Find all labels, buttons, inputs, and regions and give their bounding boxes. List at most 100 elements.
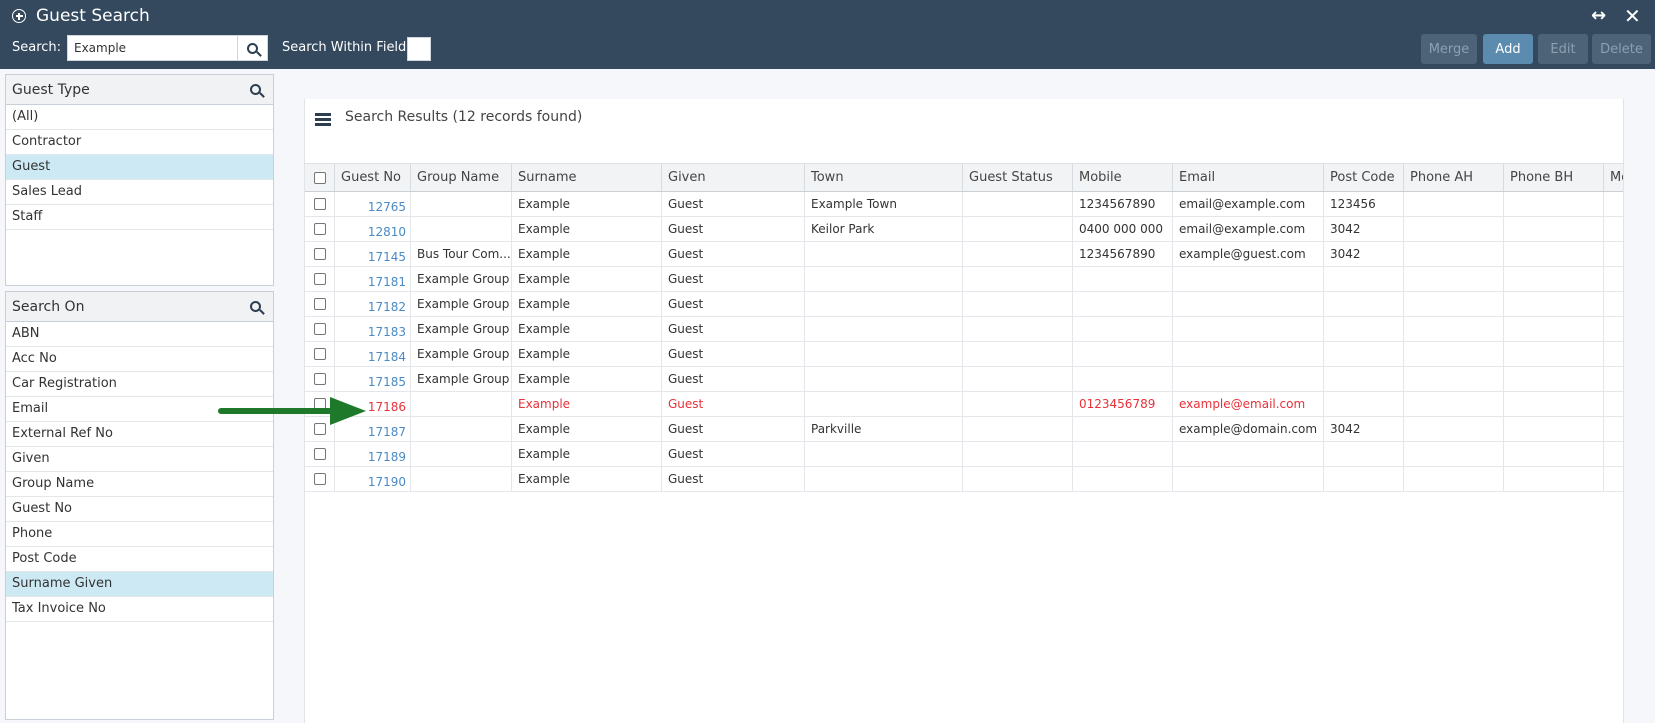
search-on-item[interactable]: Tax Invoice No: [6, 597, 273, 622]
column-header[interactable]: Town: [805, 164, 963, 191]
search-icon[interactable]: [250, 301, 261, 312]
column-header[interactable]: Phone AH: [1404, 164, 1504, 191]
column-header[interactable]: Mobile: [1073, 164, 1173, 191]
table-cell: [1604, 392, 1623, 416]
merge-button[interactable]: Merge: [1421, 34, 1477, 64]
row-checkbox[interactable]: [313, 348, 326, 360]
table-row[interactable]: 17189 Example Guest: [305, 442, 1623, 467]
search-button[interactable]: [237, 36, 267, 60]
table-row[interactable]: 17185 Example Group Example Guest: [305, 367, 1623, 392]
table-cell: Example: [512, 242, 662, 266]
guest-type-item[interactable]: Staff: [6, 205, 273, 230]
search-on-item[interactable]: Car Registration: [6, 372, 273, 397]
row-checkbox-cell: [305, 467, 335, 491]
table-row[interactable]: 17186 Example Guest 0123456789 example@email…: [305, 392, 1623, 417]
search-on-item[interactable]: Given: [6, 447, 273, 472]
results-title: Search Results (12 records found): [345, 109, 583, 125]
table-cell: 3042: [1324, 217, 1404, 241]
row-checkbox-cell: [305, 317, 335, 341]
guest-no-link[interactable]: 17181: [335, 267, 411, 291]
row-checkbox-cell: [305, 367, 335, 391]
table-cell: [1404, 417, 1504, 441]
search-icon[interactable]: [250, 84, 261, 95]
table-row[interactable]: 17184 Example Group Example Guest: [305, 342, 1623, 367]
table-cell: [411, 392, 512, 416]
close-icon[interactable]: ✕: [1624, 4, 1641, 28]
table-cell: [1324, 267, 1404, 291]
guest-no-link[interactable]: 12765: [335, 192, 411, 216]
table-cell: [963, 442, 1073, 466]
table-cell: Guest: [662, 192, 805, 216]
search-on-item[interactable]: Post Code: [6, 547, 273, 572]
search-on-item[interactable]: Group Name: [6, 472, 273, 497]
table-row[interactable]: 17183 Example Group Example Guest: [305, 317, 1623, 342]
search-on-list: ABN Acc No Car Registration Email External R…: [6, 322, 273, 622]
delete-button[interactable]: Delete: [1592, 34, 1651, 64]
row-checkbox[interactable]: [313, 298, 326, 310]
hamburger-menu-icon[interactable]: [315, 112, 331, 126]
column-header[interactable]: Phone BH: [1504, 164, 1604, 191]
search-input[interactable]: [68, 36, 237, 60]
table-cell: [805, 267, 963, 291]
guest-type-item[interactable]: Contractor: [6, 130, 273, 155]
expand-icon[interactable]: ↔: [1591, 4, 1606, 28]
add-button[interactable]: Add: [1483, 34, 1533, 64]
grid-header: Guest No Group Name Surname Given Town Guest …: [305, 163, 1623, 192]
row-checkbox[interactable]: [313, 448, 326, 460]
table-cell: [1604, 267, 1623, 291]
table-row[interactable]: 17190 Example Guest: [305, 467, 1623, 492]
table-cell: [963, 242, 1073, 266]
table-cell: Example Town: [805, 192, 963, 216]
table-row[interactable]: 17187 Example Guest Parkville example@domain…: [305, 417, 1623, 442]
column-header[interactable]: Given: [662, 164, 805, 191]
select-all-checkbox[interactable]: [313, 171, 326, 184]
table-cell: Parkville: [805, 417, 963, 441]
column-header[interactable]: Post Code: [1324, 164, 1404, 191]
row-checkbox[interactable]: [313, 473, 326, 485]
column-header[interactable]: Mo: [1604, 164, 1623, 191]
column-header[interactable]: Surname: [512, 164, 662, 191]
guest-type-item[interactable]: Guest: [6, 155, 273, 180]
guest-type-item[interactable]: (All): [6, 105, 273, 130]
row-checkbox[interactable]: [313, 198, 326, 210]
guest-no-link[interactable]: 17189: [335, 442, 411, 466]
table-row[interactable]: 17182 Example Group Example Guest: [305, 292, 1623, 317]
table-cell: [1173, 317, 1324, 341]
guest-no-link[interactable]: 17185: [335, 367, 411, 391]
row-checkbox[interactable]: [313, 273, 326, 285]
guest-no-link[interactable]: 17182: [335, 292, 411, 316]
guest-no-link[interactable]: 17184: [335, 342, 411, 366]
table-cell: [1604, 242, 1623, 266]
table-cell: [963, 467, 1073, 491]
row-checkbox[interactable]: [313, 223, 326, 235]
table-cell: 3042: [1324, 417, 1404, 441]
search-on-item[interactable]: Acc No: [6, 347, 273, 372]
table-cell: 1234567890: [1073, 192, 1173, 216]
table-row[interactable]: 17181 Example Group Example Guest: [305, 267, 1623, 292]
row-checkbox[interactable]: [313, 248, 326, 260]
column-header[interactable]: Guest No: [335, 164, 411, 191]
table-cell: [1073, 267, 1173, 291]
table-cell: [963, 367, 1073, 391]
guest-no-link[interactable]: 12810: [335, 217, 411, 241]
edit-button[interactable]: Edit: [1538, 34, 1588, 64]
column-header[interactable]: Guest Status: [963, 164, 1073, 191]
guest-no-link[interactable]: 17190: [335, 467, 411, 491]
row-checkbox[interactable]: [313, 373, 326, 385]
table-cell: [1504, 317, 1604, 341]
column-header[interactable]: Group Name: [411, 164, 512, 191]
table-row[interactable]: 17145 Bus Tour Com... Example Guest 12345678…: [305, 242, 1623, 267]
table-cell: [1404, 317, 1504, 341]
guest-no-link[interactable]: 17183: [335, 317, 411, 341]
table-row[interactable]: 12765 Example Guest Example Town 1234567890 e…: [305, 192, 1623, 217]
column-header[interactable]: Email: [1173, 164, 1324, 191]
guest-type-item[interactable]: Sales Lead: [6, 180, 273, 205]
search-on-item[interactable]: ABN: [6, 322, 273, 347]
search-on-item[interactable]: Phone: [6, 522, 273, 547]
table-row[interactable]: 12810 Example Guest Keilor Park 0400 000 000…: [305, 217, 1623, 242]
row-checkbox[interactable]: [313, 323, 326, 335]
search-within-field[interactable]: [407, 37, 431, 61]
search-on-item[interactable]: Surname Given: [6, 572, 273, 597]
search-on-item[interactable]: Guest No: [6, 497, 273, 522]
guest-no-link[interactable]: 17145: [335, 242, 411, 266]
